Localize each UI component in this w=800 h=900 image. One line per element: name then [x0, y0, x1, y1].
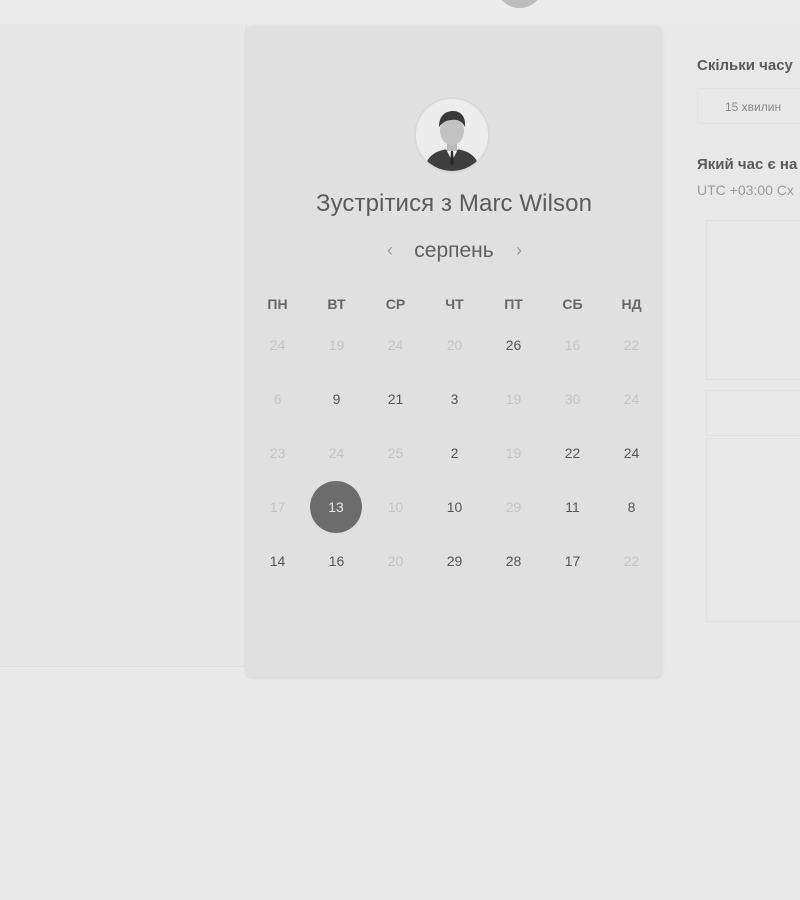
- booking-panel: Скільки часу 15 хвилин Який час є на UTC…: [662, 24, 800, 900]
- calendar-day: 24: [623, 391, 640, 407]
- month-label: серпень: [414, 239, 494, 262]
- calendar-day[interactable]: 3: [425, 386, 484, 412]
- calendar-day: 24: [269, 337, 286, 353]
- calendar-day: 17: [269, 499, 286, 515]
- weekday-label: СБ: [562, 296, 583, 312]
- time-slot-panel: [706, 220, 800, 380]
- calendar-day[interactable]: 28: [484, 548, 543, 574]
- calendar-day[interactable]: 9: [307, 386, 366, 412]
- calendar-day[interactable]: 10: [425, 494, 484, 520]
- selected-day[interactable]: 13: [310, 481, 362, 533]
- calendar-day[interactable]: 2: [425, 440, 484, 466]
- calendar-day[interactable]: 29: [425, 548, 484, 574]
- chevron-right-icon[interactable]: ›: [509, 240, 529, 260]
- calendar-day[interactable]: 11: [543, 494, 602, 520]
- calendar-day: 22: [623, 553, 640, 569]
- calendar-day[interactable]: 8: [602, 494, 661, 520]
- duration-value: 15 хвилин: [725, 100, 782, 114]
- calendar-day[interactable]: 24: [602, 440, 661, 466]
- calendar-day[interactable]: 16: [307, 548, 366, 574]
- calendar-day: 20: [387, 553, 404, 569]
- calendar-day: 16: [564, 337, 581, 353]
- calendar-day: 19: [505, 445, 522, 461]
- calendar-card: Зустрітися з Marc Wilson ‹ серпень › ПН В…: [246, 26, 662, 677]
- calendar-day: 24: [387, 337, 404, 353]
- person-avatar-icon: [416, 99, 488, 171]
- duration-select[interactable]: 15 хвилин: [697, 88, 800, 124]
- host-avatar: [416, 99, 488, 171]
- timezone-select[interactable]: UTC +03:00 Сх: [697, 182, 794, 198]
- calendar-day: 20: [446, 337, 463, 353]
- calendar-day[interactable]: 14: [248, 548, 307, 574]
- calendar-day: 25: [387, 445, 404, 461]
- month-navigation: ‹ серпень ›: [246, 238, 662, 268]
- weekday-header: ПН ВТ СР ЧТ ПТ СБ НД: [248, 296, 662, 316]
- calendar-day: 10: [387, 499, 404, 515]
- weekday-label: ВТ: [327, 296, 346, 312]
- weekday-label: ЧТ: [445, 296, 464, 312]
- weekday-label: ПН: [267, 296, 288, 312]
- calendar-day[interactable]: 21: [366, 386, 425, 412]
- calendar-day: 19: [328, 337, 345, 353]
- calendar-day: 19: [505, 391, 522, 407]
- calendar-day: 24: [328, 445, 345, 461]
- meeting-title: Зустрітися з Marc Wilson: [315, 190, 593, 217]
- time-slot-panel: [706, 438, 800, 622]
- left-panel: [0, 24, 247, 667]
- calendar-day: 22: [623, 337, 640, 353]
- calendar-day: 30: [564, 391, 581, 407]
- calendar-day: 6: [273, 391, 282, 407]
- weekday-label: СР: [385, 296, 406, 312]
- weekday-label: НД: [621, 296, 642, 312]
- calendar-day[interactable]: 22: [543, 440, 602, 466]
- calendar-grid: 24 19 24 20 26 16 22 6 9 21 3 19 30 24 23 24 25 2 19 22 24 17…: [248, 332, 662, 632]
- duration-label: Скільки часу: [697, 57, 793, 74]
- calendar-day: 29: [505, 499, 522, 515]
- time-slot-panel: [706, 390, 800, 436]
- calendar-day: 23: [269, 445, 286, 461]
- calendar-day[interactable]: 26: [484, 332, 543, 358]
- weekday-label: ПТ: [504, 296, 523, 312]
- calendar-day[interactable]: 17: [543, 548, 602, 574]
- top-band: [0, 0, 800, 24]
- time-label: Який час є на: [697, 156, 798, 173]
